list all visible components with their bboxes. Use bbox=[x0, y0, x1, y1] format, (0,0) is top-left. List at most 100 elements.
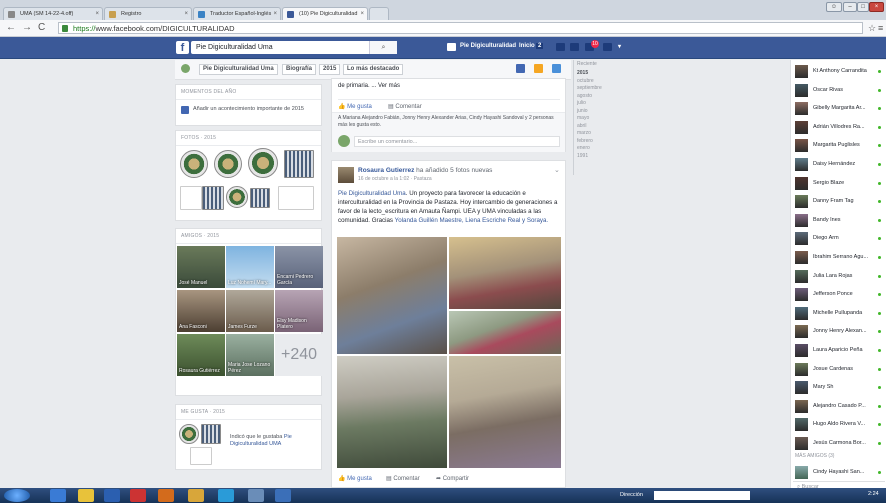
year-item[interactable]: julio bbox=[577, 100, 586, 106]
bookmark-star-icon[interactable]: ☆ bbox=[868, 22, 876, 34]
liked-page-logo[interactable] bbox=[179, 424, 199, 444]
reload-icon[interactable]: C bbox=[38, 22, 45, 34]
liked-page-logo[interactable] bbox=[190, 447, 212, 465]
chat-contact[interactable]: Mary Sh bbox=[795, 381, 885, 395]
tab-close-icon[interactable]: × bbox=[360, 8, 364, 20]
add-event-link[interactable]: Añadir un acontecimiento importante de 2… bbox=[193, 106, 304, 112]
chat-contact[interactable]: Cindy Hayashi San... bbox=[795, 466, 885, 480]
friend-tile[interactable]: Maria Jose Lozano Pérez bbox=[226, 334, 274, 376]
year-item[interactable]: 1991 bbox=[577, 153, 588, 159]
header-page-link[interactable]: Pie Digiculturalidad bbox=[460, 43, 516, 49]
chat-contact[interactable]: Gibelly Margarita Ar... bbox=[795, 102, 885, 116]
media-icon[interactable] bbox=[158, 489, 174, 502]
header-home-link[interactable]: Inicio bbox=[519, 43, 535, 49]
comment-button[interactable]: ▤ Comentar bbox=[386, 475, 420, 482]
post-photo[interactable] bbox=[449, 356, 561, 468]
chrome-icon[interactable] bbox=[78, 489, 94, 502]
friend-tile[interactable]: Ana Fasconi bbox=[177, 290, 225, 332]
post-photo[interactable] bbox=[337, 237, 447, 354]
chat-contact[interactable]: Adrián Villodres Ra... bbox=[795, 120, 885, 135]
chat-contact[interactable]: Jefferson Ponce bbox=[795, 288, 885, 302]
chat-contact[interactable]: Ibrahim Serrano Agu... bbox=[795, 251, 885, 265]
photo-thumbnail[interactable] bbox=[248, 148, 278, 178]
tab-close-icon[interactable]: × bbox=[184, 8, 188, 20]
chat-contact[interactable]: Josue Cardenas bbox=[795, 362, 885, 377]
friend-tile[interactable]: Elsy Madison Platero bbox=[275, 290, 323, 332]
account-menu-chevron-icon[interactable]: ▾ bbox=[618, 43, 621, 50]
photo-thumbnail[interactable] bbox=[250, 188, 270, 208]
year-item[interactable]: mayo bbox=[577, 115, 589, 121]
app-icon[interactable] bbox=[130, 489, 146, 502]
photo-thumbnail[interactable] bbox=[202, 186, 224, 210]
app-icon[interactable] bbox=[248, 489, 264, 502]
post-meta[interactable]: 16 de octubre a la 1:02 · Pastaza bbox=[358, 176, 432, 182]
year-item[interactable]: octubre bbox=[577, 78, 594, 84]
close-window-button[interactable]: × bbox=[869, 2, 884, 12]
friend-tile[interactable]: Encarni Pedrero García bbox=[275, 246, 323, 288]
forward-arrow-icon[interactable]: → bbox=[22, 22, 32, 34]
maximize-button[interactable]: □ bbox=[857, 2, 869, 12]
comment-button[interactable]: ▤ Comentar bbox=[388, 103, 422, 110]
chat-contact[interactable]: Jonny Henry Alexan... bbox=[795, 325, 885, 339]
fb-search-input[interactable]: Pie Digiculturalidad Uma ⌕ bbox=[191, 41, 397, 54]
chat-contact[interactable]: Michelle Pullupanda bbox=[795, 306, 885, 321]
photo-thumbnail[interactable] bbox=[180, 150, 208, 178]
post-photo[interactable] bbox=[449, 311, 561, 354]
back-arrow-icon[interactable]: ← bbox=[6, 22, 16, 34]
year-item[interactable]: enero bbox=[577, 145, 590, 151]
friend-requests-icon[interactable] bbox=[556, 43, 565, 51]
post-photo[interactable] bbox=[449, 237, 561, 309]
edit-icon[interactable] bbox=[516, 64, 525, 73]
friend-tile[interactable]: James Furze bbox=[226, 290, 274, 332]
chat-contact[interactable]: Daisy Hernández bbox=[795, 158, 885, 172]
year-item[interactable]: 2015 bbox=[577, 70, 588, 76]
ie-icon[interactable] bbox=[50, 489, 66, 502]
chat-contact[interactable]: Laura Aparicio Peña bbox=[795, 344, 885, 358]
chat-contact[interactable]: Diego Arm bbox=[795, 232, 885, 246]
chat-contact[interactable]: Sergio Blaze bbox=[795, 176, 885, 191]
author-avatar[interactable] bbox=[338, 167, 354, 183]
app-icon[interactable] bbox=[275, 489, 291, 502]
friend-tile[interactable]: Rosaura Gutiérrez bbox=[177, 334, 225, 376]
chat-contact[interactable]: Julia Lara Rojas bbox=[795, 269, 885, 284]
liked-page-logo[interactable] bbox=[201, 424, 221, 444]
browser-tab[interactable]: Registro × bbox=[104, 7, 192, 20]
biography-dropdown[interactable]: Biografía bbox=[282, 64, 317, 75]
browser-tab[interactable]: UMA (SM 14-22-4.off) × bbox=[3, 7, 103, 20]
chat-contact[interactable]: Oscar Rivas bbox=[795, 83, 885, 98]
photo-thumbnail[interactable] bbox=[214, 150, 242, 178]
url-input[interactable]: https://www.facebook.com/DIGICULTURALIDA… bbox=[58, 22, 863, 34]
browser-tab-active[interactable]: (10) Pie Digiculturalidad × bbox=[282, 7, 368, 20]
page-name-button[interactable]: Pie Digiculturalidad Uma bbox=[199, 64, 278, 75]
comment-input[interactable]: Escribe un comentario... bbox=[354, 136, 560, 147]
calendar-icon[interactable] bbox=[534, 64, 543, 73]
year-item[interactable]: septiembre bbox=[577, 85, 602, 91]
photo-thumbnail[interactable] bbox=[180, 186, 202, 210]
friend-tile[interactable]: José Manuel bbox=[177, 246, 225, 288]
folder-icon[interactable] bbox=[188, 489, 204, 502]
chat-contact[interactable]: Alejandro Casado P... bbox=[795, 399, 885, 414]
likers-text[interactable]: A Mariana Alejandro Fabián, Jonny Henry … bbox=[338, 115, 560, 129]
like-button[interactable]: 👍 Me gusta bbox=[338, 475, 372, 482]
share-button[interactable]: ➦ Compartir bbox=[436, 475, 469, 482]
photo-thumbnail[interactable] bbox=[226, 186, 248, 208]
post-photo[interactable] bbox=[337, 356, 447, 468]
like-button[interactable]: 👍 Me gusta bbox=[338, 103, 372, 110]
minimize-button[interactable]: – bbox=[843, 2, 857, 12]
skype-icon[interactable] bbox=[218, 489, 234, 502]
start-button[interactable] bbox=[4, 489, 30, 502]
word-icon[interactable] bbox=[104, 489, 120, 502]
year-item[interactable]: marzo bbox=[577, 130, 591, 136]
year-item[interactable]: abril bbox=[577, 123, 586, 129]
share-icon[interactable] bbox=[552, 64, 561, 73]
more-friends-tile[interactable]: +240 bbox=[275, 334, 323, 376]
year-item[interactable]: agosto bbox=[577, 93, 592, 99]
menu-icon[interactable]: ≡ bbox=[878, 22, 883, 34]
filter-dropdown[interactable]: Lo más destacado bbox=[343, 64, 404, 75]
tab-close-icon[interactable]: × bbox=[95, 8, 99, 20]
privacy-shortcuts-icon[interactable] bbox=[603, 43, 612, 51]
search-icon[interactable]: ⌕ bbox=[369, 41, 397, 54]
facebook-logo-icon[interactable]: f bbox=[176, 41, 189, 54]
chat-contact[interactable]: Bandy Ines bbox=[795, 213, 885, 228]
browser-tab[interactable]: Traductor Español-Inglés × bbox=[193, 7, 281, 20]
